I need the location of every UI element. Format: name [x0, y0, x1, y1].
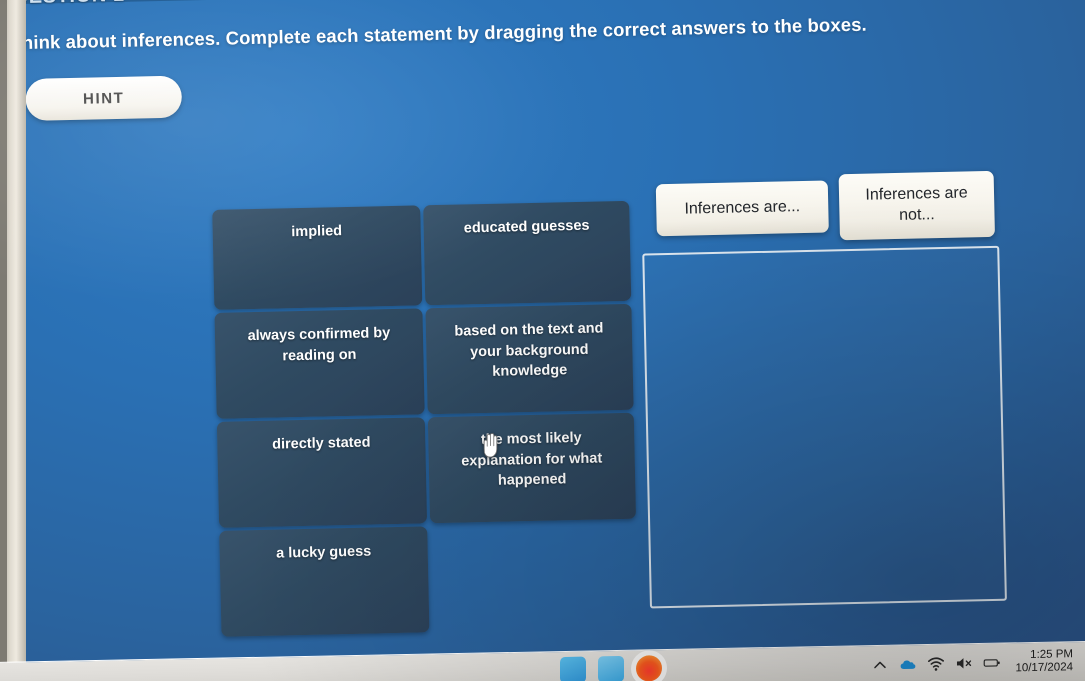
page-top-strip: [0, 0, 1085, 5]
drop-zone-header-inferences-are-not[interactable]: Inferences are not...: [838, 170, 995, 241]
app-icon-blue[interactable]: [560, 656, 586, 681]
drop-zone-header-label: Inferences are not...: [865, 184, 968, 224]
laptop-photo-frame: QUESTION 1 Think about inferences. Compl…: [0, 0, 1085, 681]
answer-tile[interactable]: directly stated: [216, 417, 428, 528]
clock-date: 10/17/2024: [1015, 661, 1073, 675]
answer-tile-label: implied: [291, 223, 343, 241]
app-icon-sky[interactable]: [598, 655, 624, 681]
empty-grid-cell: [430, 522, 638, 632]
hint-button[interactable]: HINT: [25, 75, 183, 121]
screen-bezel-left-edge: [0, 0, 7, 681]
answer-tile-label: always confirmed by reading on: [247, 325, 391, 365]
answer-tile-label: based on the text and your background kn…: [454, 320, 604, 381]
answer-tile-label: the most likely explanation for what hap…: [461, 429, 603, 489]
drop-zone-header-inferences-are[interactable]: Inferences are...: [655, 180, 829, 237]
answer-tile-label: a lucky guess: [275, 543, 372, 562]
onedrive-cloud-icon[interactable]: [899, 655, 917, 673]
system-tray: 1:25 PM 10/17/2024: [871, 643, 1073, 681]
clock-time: 1:25 PM: [1030, 648, 1073, 661]
answer-tile-label: educated guesses: [463, 217, 590, 237]
wifi-icon[interactable]: [927, 655, 945, 673]
speaker-muted-icon[interactable]: [955, 654, 973, 672]
question-prompt: Think about inferences. Complete each st…: [10, 13, 867, 54]
battery-icon[interactable]: [983, 654, 1001, 672]
hint-button-label: HINT: [82, 89, 125, 108]
taskbar-app-icons: [560, 649, 662, 681]
laptop-screen: QUESTION 1 Think about inferences. Compl…: [0, 0, 1085, 669]
firefox-icon[interactable]: [636, 655, 662, 681]
answer-tile-grid: implied educated guesses always confirme…: [212, 200, 638, 637]
answer-tile[interactable]: implied: [212, 205, 423, 310]
answer-tile-label: directly stated: [271, 434, 371, 453]
answer-tile[interactable]: based on the text and your background kn…: [425, 303, 634, 415]
chevron-up-icon[interactable]: [871, 656, 889, 674]
answer-tile[interactable]: educated guesses: [423, 200, 632, 306]
taskbar-clock[interactable]: 1:25 PM 10/17/2024: [1011, 648, 1073, 676]
answer-tile[interactable]: a lucky guess: [219, 526, 430, 637]
drop-target-area[interactable]: [642, 245, 1007, 609]
drop-zone-header-label: Inferences are...: [684, 197, 801, 218]
answer-tile[interactable]: the most likely explanation for what hap…: [427, 412, 637, 524]
answer-tile[interactable]: always confirmed by reading on: [214, 308, 425, 419]
